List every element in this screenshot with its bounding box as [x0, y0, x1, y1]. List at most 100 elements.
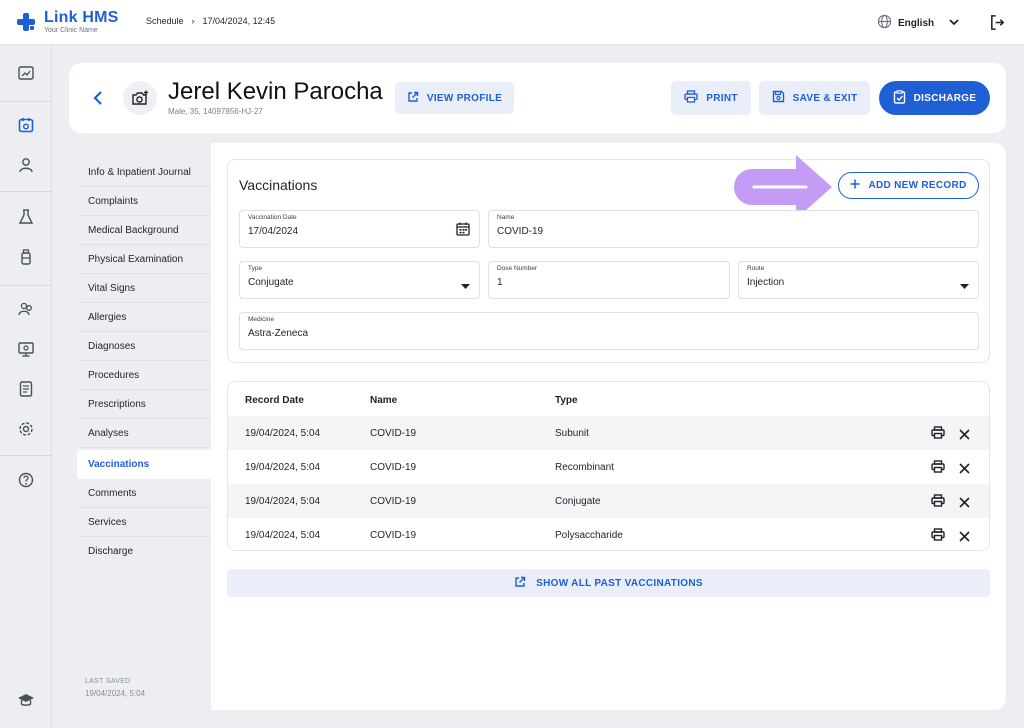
vaccination-date-label: Vaccination Date: [248, 214, 297, 221]
logo-cross-icon: [16, 12, 36, 32]
breadcrumb: Schedule › 17/04/2024, 12:45: [146, 16, 275, 26]
show-all-past-vaccinations-button[interactable]: SHOW ALL PAST VACCINATIONS: [227, 569, 990, 597]
dropdown-caret-icon: [960, 277, 969, 295]
cell-record-date: 19/04/2024, 5:04: [245, 462, 321, 473]
document-icon[interactable]: [0, 372, 52, 406]
nav-item-complaints[interactable]: Complaints: [77, 187, 211, 216]
nav-item-comments[interactable]: Comments: [77, 479, 211, 508]
monitor-icon[interactable]: [0, 332, 52, 366]
medicine-value: Astra-Zeneca: [248, 328, 309, 339]
view-profile-label: VIEW PROFILE: [426, 92, 503, 104]
printer-icon[interactable]: [931, 426, 945, 444]
dropdown-caret-icon: [461, 277, 470, 295]
nav-item-services[interactable]: Services: [77, 508, 211, 537]
bottle-icon[interactable]: [0, 240, 52, 274]
nav-item-physical-examination[interactable]: Physical Examination: [77, 245, 211, 274]
delete-x-icon[interactable]: [959, 529, 970, 547]
save-icon: [772, 90, 785, 106]
nav-item-medical-background[interactable]: Medical Background: [77, 216, 211, 245]
cell-record-date: 19/04/2024, 5:04: [245, 496, 321, 507]
type-select[interactable]: Type Conjugate: [239, 261, 480, 299]
medicine-label: Medicine: [248, 316, 275, 323]
top-bar: Link HMS Your Clinic Name Schedule › 17/…: [0, 0, 1024, 45]
help-icon[interactable]: [0, 463, 52, 497]
printer-icon[interactable]: [931, 528, 945, 546]
add-photo-icon[interactable]: [123, 81, 157, 115]
save-exit-button[interactable]: SAVE & EXIT: [759, 81, 870, 115]
printer-icon: [684, 90, 698, 106]
add-new-record-button[interactable]: ADD NEW RECORD: [838, 172, 979, 199]
last-saved-label: LAST SAVED: [85, 678, 131, 685]
vaccination-date-value: 17/04/2024: [248, 226, 299, 237]
user-icon[interactable]: [0, 148, 52, 182]
table-row[interactable]: 19/04/2024, 5:04 COVID-19 Polysaccharide: [228, 518, 989, 550]
back-chevron-icon[interactable]: [91, 89, 105, 112]
logout-icon[interactable]: [989, 14, 1006, 36]
cell-record-date: 19/04/2024, 5:04: [245, 428, 321, 439]
dose-number-value: 1: [497, 277, 503, 288]
nav-item-procedures[interactable]: Procedures: [77, 361, 211, 390]
breadcrumb-schedule[interactable]: Schedule: [146, 16, 184, 26]
route-select[interactable]: Route Injection: [738, 261, 979, 299]
column-header-record-date: Record Date: [245, 395, 304, 406]
nav-item-vaccinations[interactable]: Vaccinations: [77, 450, 211, 479]
app-name: Link HMS: [44, 9, 119, 26]
graduation-cap-icon[interactable]: [0, 683, 52, 717]
nav-item-info-inpatient-journal[interactable]: Info & Inpatient Journal: [77, 158, 211, 187]
vaccination-date-field[interactable]: Vaccination Date 17/04/2024: [239, 210, 480, 248]
type-value: Conjugate: [248, 277, 294, 288]
left-rail: [0, 45, 52, 728]
chart-icon[interactable]: [0, 56, 52, 90]
calendar-picker-icon[interactable]: [456, 222, 470, 241]
add-new-record-label: ADD NEW RECORD: [868, 180, 967, 191]
route-value: Injection: [747, 277, 785, 288]
delete-x-icon[interactable]: [959, 427, 970, 445]
nav-item-diagnoses[interactable]: Diagnoses: [77, 332, 211, 361]
cell-type: Recombinant: [555, 462, 614, 473]
medicine-field[interactable]: Medicine Astra-Zeneca: [239, 312, 979, 350]
clinic-name: Your Clinic Name: [44, 27, 98, 34]
chevron-down-icon: [948, 16, 960, 31]
name-field[interactable]: Name COVID-19: [488, 210, 979, 248]
delete-x-icon[interactable]: [959, 461, 970, 479]
app-logo[interactable]: Link HMS Your Clinic Name: [16, 10, 119, 35]
delete-x-icon[interactable]: [959, 495, 970, 513]
printer-icon[interactable]: [931, 494, 945, 512]
breadcrumb-datetime: 17/04/2024, 12:45: [202, 16, 276, 26]
nav-item-vital-signs[interactable]: Vital Signs: [77, 274, 211, 303]
print-button[interactable]: PRINT: [671, 81, 751, 115]
nav-item-allergies[interactable]: Allergies: [77, 303, 211, 332]
view-profile-button[interactable]: VIEW PROFILE: [395, 82, 514, 114]
column-header-type: Type: [555, 395, 578, 406]
cell-name: COVID-19: [370, 428, 417, 439]
group-icon[interactable]: [0, 292, 52, 326]
globe-icon: [877, 14, 892, 32]
dose-number-field[interactable]: Dose Number 1: [488, 261, 730, 299]
clipboard-check-icon: [893, 89, 906, 107]
name-label: Name: [497, 214, 515, 221]
settings-icon[interactable]: [0, 412, 52, 446]
cell-name: COVID-19: [370, 496, 417, 507]
patient-name: Jerel Kevin Parocha: [168, 78, 383, 105]
breadcrumb-separator: ›: [191, 16, 195, 26]
table-row[interactable]: 19/04/2024, 5:04 COVID-19 Subunit: [228, 416, 989, 450]
flask-icon[interactable]: [0, 200, 52, 234]
table-row[interactable]: 19/04/2024, 5:04 COVID-19 Recombinant: [228, 450, 989, 484]
nav-item-prescriptions[interactable]: Prescriptions: [77, 390, 211, 419]
external-link-icon: [407, 91, 419, 106]
calendar-icon[interactable]: [0, 108, 52, 142]
language-label: English: [898, 17, 935, 29]
discharge-button[interactable]: DISCHARGE: [879, 81, 990, 115]
name-value: COVID-19: [497, 226, 544, 237]
external-link-icon: [514, 576, 526, 591]
table-row[interactable]: 19/04/2024, 5:04 COVID-19 Conjugate: [228, 484, 989, 518]
cell-record-date: 19/04/2024, 5:04: [245, 530, 321, 541]
last-saved-value: 19/04/2024, 5:04: [85, 689, 146, 698]
type-label: Type: [248, 265, 263, 272]
nav-item-discharge[interactable]: Discharge: [77, 537, 211, 566]
show-all-label: SHOW ALL PAST VACCINATIONS: [536, 577, 703, 589]
language-selector[interactable]: English: [877, 14, 960, 32]
printer-icon[interactable]: [931, 460, 945, 478]
nav-item-analyses[interactable]: Analyses: [77, 419, 211, 448]
save-exit-label: SAVE & EXIT: [792, 92, 858, 104]
